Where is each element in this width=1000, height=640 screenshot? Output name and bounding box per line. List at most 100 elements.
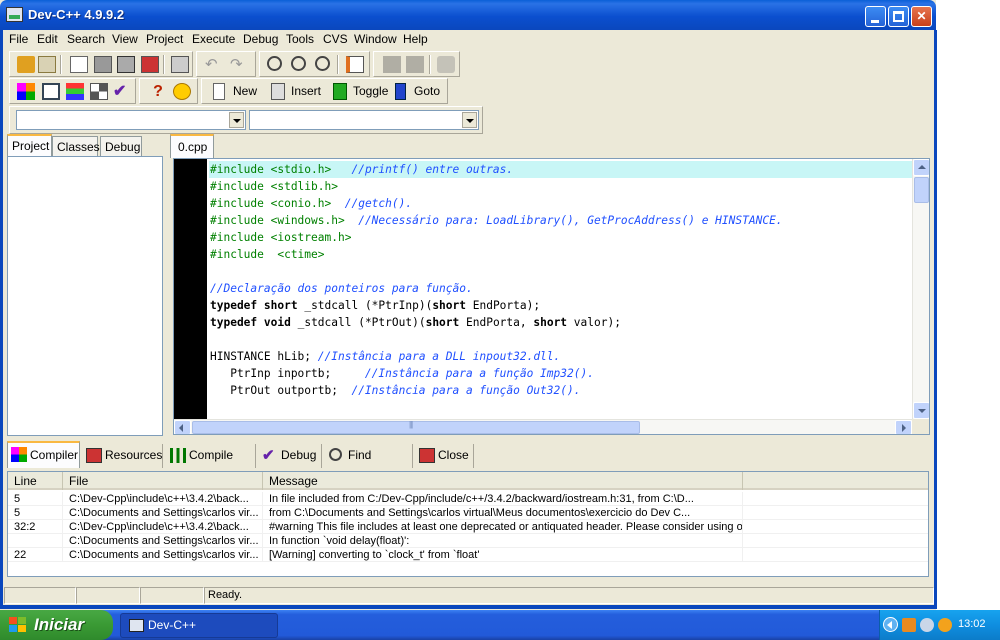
save-icon[interactable]: [94, 56, 112, 73]
save-all-icon[interactable]: [117, 56, 135, 73]
tray-update-icon[interactable]: [938, 618, 952, 632]
network-icon[interactable]: [920, 618, 934, 632]
code-line[interactable]: [209, 331, 912, 348]
tab-classes[interactable]: Classes: [52, 136, 100, 156]
find-next-icon[interactable]: [315, 56, 330, 71]
code-line[interactable]: #include <conio.h> //getch().: [209, 195, 912, 212]
horizontal-scrollbar[interactable]: [174, 419, 912, 434]
code-line[interactable]: [209, 263, 912, 280]
code-editor[interactable]: #include <stdio.h> //printf() entre outr…: [173, 158, 930, 435]
code-line[interactable]: PtrOut outportb; //Instância para a funç…: [209, 382, 912, 399]
new-button[interactable]: New: [213, 81, 268, 102]
open-file-icon[interactable]: [38, 56, 56, 73]
code-line[interactable]: //Declaração dos ponteiros para função.: [209, 280, 912, 297]
replace-icon[interactable]: [291, 56, 306, 71]
tab-compiler[interactable]: Compiler: [7, 441, 80, 468]
tray-app-icon[interactable]: [902, 618, 916, 632]
horizontal-scroll-thumb[interactable]: [192, 420, 640, 434]
taskbar-item-dev-cpp[interactable]: Dev-C++: [120, 613, 278, 638]
scroll-down-icon[interactable]: [913, 402, 929, 419]
insert-button[interactable]: Insert: [271, 81, 326, 102]
debug-check-icon[interactable]: ✔: [113, 83, 131, 100]
scroll-right-icon[interactable]: [895, 420, 912, 434]
maximize-button[interactable]: [888, 6, 909, 27]
help-icon[interactable]: ?: [149, 83, 167, 100]
member-combo[interactable]: [249, 110, 479, 130]
code-line[interactable]: #include <windows.h> //Necessário para: …: [209, 212, 912, 229]
new-file-icon[interactable]: [70, 56, 88, 73]
column-line[interactable]: Line: [8, 472, 63, 490]
code-line[interactable]: #include <stdlib.h>: [209, 178, 912, 195]
indent-icon[interactable]: [437, 56, 455, 73]
vertical-scrollbar[interactable]: [912, 159, 929, 419]
run-icon[interactable]: [42, 83, 60, 100]
title-bar[interactable]: Dev-C++ 4.9.9.2 ✕: [0, 0, 936, 30]
column-message[interactable]: Message: [263, 472, 743, 490]
menu-file[interactable]: File: [9, 32, 28, 46]
tab-debug-output[interactable]: ✔ Debug: [259, 444, 322, 468]
class-combo[interactable]: [16, 110, 246, 130]
compile-icon[interactable]: [17, 83, 35, 100]
goto-line-icon[interactable]: [346, 56, 364, 73]
menu-search[interactable]: Search: [67, 32, 105, 46]
tab-find-results[interactable]: Find Results: [326, 444, 413, 484]
column-file[interactable]: File: [63, 472, 263, 490]
compiler-messages[interactable]: Line File Message 5 C:\Dev-Cpp\include\c+…: [7, 471, 929, 577]
scroll-left-icon[interactable]: [174, 420, 191, 434]
toggle-button[interactable]: Toggle: [333, 81, 393, 102]
code-line[interactable]: PtrInp inportb; //Instância para a funçã…: [209, 365, 912, 382]
menu-help[interactable]: Help: [403, 32, 428, 46]
code-line[interactable]: #include <ctime>: [209, 246, 912, 263]
chevron-down-icon[interactable]: [229, 112, 244, 128]
code-area[interactable]: #include <stdio.h> //printf() entre outr…: [209, 161, 912, 417]
table-row[interactable]: C:\Documents and Settings\carlos vir... I…: [8, 534, 928, 548]
table-row[interactable]: 22 C:\Documents and Settings\carlos vir..…: [8, 548, 928, 562]
code-line[interactable]: typedef short _stdcall (*PtrInp)(short E…: [209, 297, 912, 314]
chevron-down-icon[interactable]: [462, 112, 477, 128]
close-file-icon[interactable]: [141, 56, 159, 73]
minimize-button[interactable]: [865, 6, 886, 27]
tab-resources[interactable]: Resources: [83, 444, 163, 468]
rebuild-all-icon[interactable]: [90, 83, 108, 100]
code-line[interactable]: typedef void _stdcall (*PtrOut)(short En…: [209, 314, 912, 331]
vertical-scroll-thumb[interactable]: [914, 177, 929, 203]
code-line[interactable]: #include <stdio.h> //printf() entre outr…: [209, 161, 912, 178]
code-line[interactable]: #include <iostream.h>: [209, 229, 912, 246]
tab-project[interactable]: Project: [7, 134, 52, 157]
undo-icon[interactable]: ↶: [205, 56, 223, 73]
goto-button[interactable]: Goto: [394, 81, 444, 102]
project-tree[interactable]: [7, 156, 163, 436]
menu-window[interactable]: Window: [354, 32, 397, 46]
back-icon[interactable]: [383, 56, 401, 73]
menu-cvs[interactable]: CVS: [323, 32, 348, 46]
close-button[interactable]: ✕: [911, 6, 932, 27]
menu-tools[interactable]: Tools: [286, 32, 314, 46]
start-button[interactable]: Iniciar: [0, 610, 113, 640]
dev-cpp-app-icon[interactable]: [6, 7, 23, 22]
tab-debug[interactable]: Debug: [100, 136, 142, 156]
find-icon[interactable]: [267, 56, 282, 71]
code-line[interactable]: [209, 399, 912, 416]
show-hidden-icons-icon[interactable]: [883, 617, 898, 632]
table-row[interactable]: 32:2 C:\Dev-Cpp\include\c++\3.4.2\back...…: [8, 520, 928, 534]
redo-icon[interactable]: ↷: [230, 56, 248, 73]
scroll-up-icon[interactable]: [913, 159, 929, 176]
code-line[interactable]: HINSTANCE hLib; //Instância para a DLL i…: [209, 348, 912, 365]
menu-execute[interactable]: Execute: [192, 32, 235, 46]
tab-close[interactable]: Close: [416, 444, 474, 468]
tab-file[interactable]: 0.cpp: [170, 134, 214, 158]
about-icon[interactable]: [173, 83, 191, 100]
table-row[interactable]: 5 C:\Dev-Cpp\include\c++\3.4.2\back... In …: [8, 492, 928, 506]
menu-debug[interactable]: Debug: [243, 32, 278, 46]
menu-edit[interactable]: Edit: [37, 32, 58, 46]
clock[interactable]: 13:02: [958, 618, 986, 630]
open-project-icon[interactable]: [17, 56, 35, 73]
compile-run-icon[interactable]: [66, 83, 84, 100]
menu-view[interactable]: View: [112, 32, 138, 46]
forward-icon[interactable]: [406, 56, 424, 73]
print-icon[interactable]: [171, 56, 189, 73]
menu-project[interactable]: Project: [146, 32, 183, 46]
editor-gutter[interactable]: [174, 159, 207, 419]
tab-compile-log[interactable]: Compile Log: [167, 444, 256, 484]
table-row[interactable]: 5 C:\Documents and Settings\carlos vir...…: [8, 506, 928, 520]
